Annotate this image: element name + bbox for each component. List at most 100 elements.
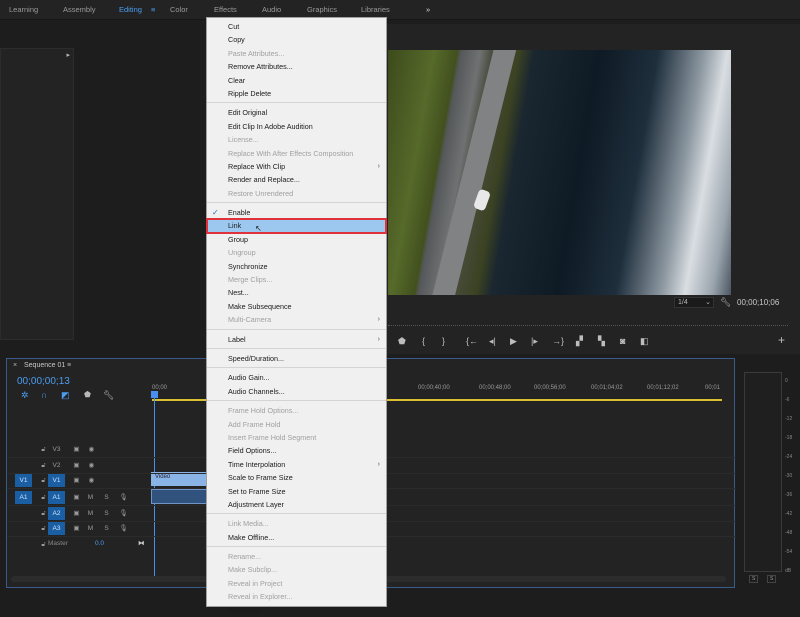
meter-solo-button[interactable]: S	[749, 575, 758, 583]
button-editor-icon[interactable]: +	[778, 333, 785, 347]
solo-button[interactable]: S	[98, 491, 115, 504]
source-patch-v1[interactable]: V1	[15, 474, 32, 487]
mute-button[interactable]: M	[82, 491, 99, 504]
source-patch-a1[interactable]: A1	[15, 491, 32, 504]
menu-item-properties[interactable]: Properties	[207, 604, 386, 617]
menu-item-audio-gain[interactable]: Audio Gain...	[207, 371, 386, 384]
tab-libraries[interactable]: Libraries	[361, 5, 390, 14]
tab-effects[interactable]: Effects	[214, 5, 237, 14]
menu-item-clear[interactable]: Clear	[207, 74, 386, 87]
tab-assembly[interactable]: Assembly	[63, 5, 96, 14]
menu-item-make-offline[interactable]: Make Offline...	[207, 531, 386, 544]
menu-item-audio-channels[interactable]: Audio Channels...	[207, 385, 386, 398]
menu-item-label[interactable]: Label›	[207, 333, 386, 346]
extract-icon[interactable]: ▚	[598, 336, 605, 347]
meter-solo-button[interactable]: S	[767, 575, 776, 583]
menu-item-remove-attributes[interactable]: Remove Attributes...	[207, 60, 386, 73]
play-icon[interactable]: ▶	[510, 336, 517, 347]
menu-item-link[interactable]: Link↖	[207, 219, 386, 232]
close-tab-icon[interactable]: ×	[13, 362, 17, 369]
playhead-handle[interactable]	[151, 391, 158, 398]
timeline-timecode[interactable]: 00;00;00;13	[17, 376, 70, 387]
go-to-out-icon[interactable]: →}	[552, 336, 564, 346]
microphone-icon[interactable]: 🎙︎	[115, 522, 132, 535]
track-target-a3[interactable]: A3	[48, 522, 65, 535]
menu-item-copy[interactable]: Copy	[207, 33, 386, 46]
menu-item-adjustment-layer[interactable]: Adjustment Layer	[207, 498, 386, 511]
microphone-icon[interactable]: 🎙︎	[115, 491, 132, 504]
go-to-in-icon[interactable]: {←	[466, 336, 478, 346]
solo-button[interactable]: S	[98, 522, 115, 535]
menu-item-time-interpolation[interactable]: Time Interpolation ›	[207, 458, 386, 471]
track-header-a2: 🔓︎A2▣MS🎙︎	[7, 506, 152, 521]
overflow-icon[interactable]: »	[426, 5, 430, 14]
ruler-tick-label: 00;01	[705, 385, 720, 391]
mark-out-icon[interactable]: }	[442, 336, 445, 346]
panel-expand-icon[interactable]: ▸	[66, 51, 70, 59]
ruler-tick-label: 00;00;48;00	[479, 385, 511, 391]
settings-wrench-icon[interactable]: 🔧︎	[103, 390, 114, 401]
road-image	[428, 50, 517, 295]
comparison-view-icon[interactable]: ◧	[640, 336, 649, 347]
track-target-a1[interactable]: A1	[48, 491, 65, 504]
menu-item-speed-duration[interactable]: Speed/Duration...	[207, 352, 386, 365]
export-frame-icon[interactable]: ◙	[620, 336, 625, 346]
nest-icon[interactable]: ✲	[21, 390, 29, 401]
tab-menu-icon[interactable]: ≡	[67, 362, 71, 369]
menu-item-synchronize[interactable]: Synchronize	[207, 260, 386, 273]
track-target-v2[interactable]: V2	[48, 459, 65, 472]
menu-item-scale-to-frame-size[interactable]: Scale to Frame Size	[207, 471, 386, 484]
microphone-icon[interactable]: 🎙︎	[115, 507, 132, 520]
tab-color[interactable]: Color	[170, 5, 188, 14]
mark-in-icon[interactable]: {	[422, 336, 425, 346]
tab-audio[interactable]: Audio	[262, 5, 281, 14]
menu-item-label: Label	[228, 335, 246, 344]
source-panel: ▸	[0, 48, 74, 340]
add-marker-icon[interactable]: ⬟	[398, 336, 406, 347]
zoom-select[interactable]: 1/4 ⌄	[674, 297, 714, 308]
sequence-tab[interactable]: Sequence 01	[24, 362, 65, 369]
marker-icon[interactable]: ⬟	[84, 390, 91, 399]
tab-learning[interactable]: Learning	[9, 5, 38, 14]
step-forward-icon[interactable]: |▸	[531, 336, 538, 347]
monitor-scrubber[interactable]	[388, 318, 788, 326]
menu-item-field-options[interactable]: Field Options...	[207, 444, 386, 457]
mute-button[interactable]: M	[82, 507, 99, 520]
collapse-icon[interactable]: ⧓	[138, 539, 145, 547]
menu-item-nest[interactable]: Nest...	[207, 286, 386, 299]
menu-item-set-to-frame-size[interactable]: Set to Frame Size	[207, 485, 386, 498]
menu-item-cut[interactable]: Cut	[207, 20, 386, 33]
lift-icon[interactable]: ▞	[576, 336, 583, 347]
menu-item-replace-with-clip[interactable]: Replace With Clip›	[207, 160, 386, 173]
menu-item-label: Add Frame Hold	[228, 420, 280, 429]
eye-icon[interactable]: ◉	[83, 474, 100, 487]
snap-icon[interactable]: ∩	[41, 390, 47, 400]
track-target-v3[interactable]: V3	[48, 443, 65, 456]
track-target-a2[interactable]: A2	[48, 507, 65, 520]
linked-selection-icon[interactable]: ◩	[61, 390, 70, 401]
wrench-icon[interactable]: 🔧︎	[720, 297, 731, 308]
master-track: 🔓︎Master0.0⧓	[7, 537, 152, 552]
eye-icon[interactable]: ◉	[83, 443, 100, 456]
master-value[interactable]: 0.0	[95, 540, 104, 547]
menu-item-edit-original[interactable]: Edit Original	[207, 106, 386, 119]
submenu-arrow-icon: ›	[378, 458, 380, 471]
menu-item-label: Time Interpolation	[228, 460, 285, 469]
menu-item-ripple-delete[interactable]: Ripple Delete	[207, 87, 386, 100]
tab-editing[interactable]: Editing	[119, 5, 142, 14]
workspace-menu-icon[interactable]: ≡	[151, 5, 155, 14]
meter-scale-label: -12	[785, 416, 792, 422]
step-back-icon[interactable]: ◂|	[489, 336, 496, 347]
solo-button[interactable]: S	[98, 507, 115, 520]
menu-item-label: Ungroup	[228, 248, 256, 257]
menu-item-label: Enable	[228, 208, 250, 217]
track-target-v1[interactable]: V1	[48, 474, 65, 487]
tab-graphics[interactable]: Graphics	[307, 5, 337, 14]
eye-icon[interactable]: ◉	[83, 459, 100, 472]
menu-item-group[interactable]: Group	[207, 233, 386, 246]
menu-item-edit-clip-in-adobe-audition[interactable]: Edit Clip In Adobe Audition	[207, 120, 386, 133]
menu-item-render-and-replace[interactable]: Render and Replace...	[207, 173, 386, 186]
menu-item-make-subsequence[interactable]: Make Subsequence	[207, 300, 386, 313]
mute-button[interactable]: M	[82, 522, 99, 535]
menu-item-enable[interactable]: ✓Enable	[207, 206, 386, 219]
